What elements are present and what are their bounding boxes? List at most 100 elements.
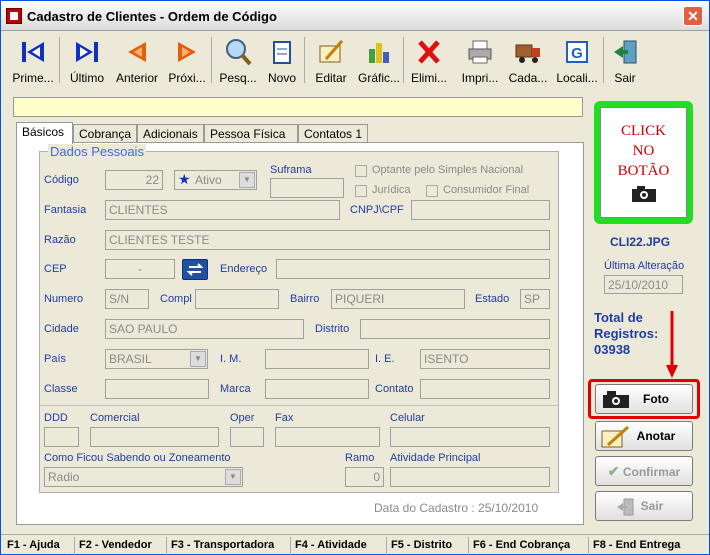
compl-field[interactable] bbox=[195, 289, 279, 309]
exit-button[interactable]: Sair bbox=[607, 35, 643, 87]
print-button[interactable]: Impri... bbox=[456, 35, 504, 87]
confirmar-label: Confirmar bbox=[622, 465, 681, 479]
tab-adicionais[interactable]: Adicionais bbox=[137, 124, 204, 143]
previous-button[interactable]: Anterior bbox=[113, 35, 161, 87]
status-f6[interactable]: F6 - End Cobrança bbox=[469, 537, 589, 555]
camera-icon bbox=[603, 391, 629, 408]
printer-icon bbox=[468, 40, 492, 64]
close-button[interactable]: ✕ bbox=[683, 6, 703, 26]
bairro-label: Bairro bbox=[290, 293, 320, 305]
classe-field[interactable] bbox=[105, 379, 209, 399]
new-document-icon bbox=[273, 41, 291, 64]
como-ficou-select[interactable]: Radio ▼ bbox=[44, 467, 243, 487]
fantasia-field[interactable]: CLIENTES bbox=[105, 200, 340, 220]
new-button[interactable]: Novo bbox=[263, 35, 301, 87]
celular-field[interactable] bbox=[390, 427, 550, 447]
consumidor-checkbox[interactable] bbox=[426, 185, 438, 197]
locate-icon: G bbox=[566, 41, 588, 63]
arrow-down-icon bbox=[666, 311, 678, 378]
last-button[interactable]: Último bbox=[63, 35, 111, 87]
anotar-button[interactable]: Anotar bbox=[595, 421, 693, 451]
atividade-label: Atividade Principal bbox=[390, 452, 481, 464]
divider bbox=[40, 405, 558, 406]
suframa-field[interactable] bbox=[270, 178, 344, 198]
tab-contatos[interactable]: Contatos 1 bbox=[298, 124, 368, 143]
marca-field[interactable] bbox=[265, 379, 369, 399]
chevron-down-icon: ▼ bbox=[190, 351, 206, 367]
distrito-field[interactable] bbox=[360, 319, 550, 339]
previous-record-icon bbox=[128, 42, 146, 62]
status-f5[interactable]: F5 - Distrito bbox=[387, 537, 469, 555]
notepad-icon bbox=[601, 425, 630, 448]
chart-button[interactable]: Gráfic... bbox=[357, 35, 401, 87]
atividade-field[interactable] bbox=[390, 467, 550, 487]
first-record-icon bbox=[22, 42, 44, 62]
status-f4[interactable]: F4 - Atividade bbox=[291, 537, 387, 555]
cep-field[interactable]: - bbox=[105, 259, 175, 279]
juridica-checkbox[interactable] bbox=[355, 185, 367, 197]
exit-icon bbox=[617, 498, 634, 516]
celular-label: Celular bbox=[390, 412, 425, 424]
foto-button[interactable]: Foto bbox=[595, 384, 693, 414]
total-label-2: Registros: bbox=[594, 326, 659, 341]
status-select[interactable]: ★ Ativo ▼ bbox=[174, 170, 257, 190]
codigo-field[interactable]: 22 bbox=[105, 170, 163, 190]
tab-pessoa-fisica[interactable]: Pessoa Física bbox=[204, 124, 298, 143]
ie-field[interactable]: ISENTO bbox=[420, 349, 550, 369]
pais-value: BRASIL bbox=[109, 352, 152, 366]
cep-lookup-button[interactable] bbox=[182, 259, 208, 280]
tab-cobranca[interactable]: Cobrança bbox=[73, 124, 137, 143]
endereco-field[interactable] bbox=[276, 259, 550, 279]
last-record-icon bbox=[76, 42, 98, 62]
sair-button[interactable]: Sair bbox=[595, 491, 693, 521]
chevron-down-icon: ▼ bbox=[239, 172, 255, 188]
marca-label: Marca bbox=[220, 383, 251, 395]
delete-icon bbox=[418, 40, 440, 64]
bairro-field[interactable]: PIQUERI bbox=[331, 289, 465, 309]
cnpj-field[interactable] bbox=[411, 200, 550, 220]
pais-select[interactable]: BRASIL ▼ bbox=[105, 349, 208, 369]
comercial-field[interactable] bbox=[90, 427, 219, 447]
status-f2[interactable]: F2 - Vendedor bbox=[75, 537, 167, 555]
cidade-field[interactable]: SAO PAULO bbox=[105, 319, 304, 339]
window-title: Cadastro de Clientes - Ordem de Código bbox=[27, 9, 277, 24]
title-bar[interactable]: Cadastro de Clientes - Ordem de Código ✕ bbox=[1, 1, 709, 31]
classe-label: Classe bbox=[44, 383, 78, 395]
numero-field[interactable]: S/N bbox=[105, 289, 149, 309]
status-bar: F1 - Ajuda F2 - Vendedor F3 - Transporta… bbox=[1, 534, 709, 555]
delete-button[interactable]: Elimi... bbox=[407, 35, 451, 87]
photo-frame[interactable]: CLICK NO BOTÃO bbox=[594, 101, 693, 224]
razao-label: Razão bbox=[44, 234, 76, 246]
status-f8[interactable]: F8 - End Entrega bbox=[589, 537, 707, 555]
search-button[interactable]: Pesq... bbox=[214, 35, 262, 87]
total-registros: Total de Registros: 03938 bbox=[594, 310, 658, 358]
fax-field[interactable] bbox=[275, 427, 380, 447]
dados-pessoais-group: Dados Pessoais Código 22 ★ Ativo ▼ Sufra… bbox=[39, 144, 559, 493]
next-button[interactable]: Próxi... bbox=[163, 35, 211, 87]
edit-button[interactable]: Editar bbox=[307, 35, 355, 87]
svg-text:G: G bbox=[571, 45, 583, 62]
razao-field[interactable]: CLIENTES TESTE bbox=[105, 230, 550, 250]
tab-basicos[interactable]: Básicos bbox=[16, 122, 73, 144]
optante-checkbox[interactable] bbox=[355, 165, 367, 177]
contato-field[interactable] bbox=[420, 379, 550, 399]
ie-label: I. E. bbox=[375, 353, 395, 365]
confirmar-button[interactable]: ✔ Confirmar bbox=[595, 456, 693, 486]
im-label: I. M. bbox=[220, 353, 242, 365]
im-field[interactable] bbox=[265, 349, 369, 369]
locate-button[interactable]: G Locali... bbox=[553, 35, 601, 87]
ddd-field[interactable] bbox=[44, 427, 79, 447]
estado-field[interactable]: SP bbox=[520, 289, 550, 309]
tab-panel: Dados Pessoais Código 22 ★ Ativo ▼ Sufra… bbox=[16, 142, 584, 525]
ultima-alteracao-label: Última Alteração bbox=[604, 260, 685, 272]
status-f3[interactable]: F3 - Transportadora bbox=[167, 537, 291, 555]
status-value: Ativo bbox=[195, 173, 222, 187]
first-button[interactable]: Prime... bbox=[9, 35, 57, 87]
ramo-field[interactable]: 0 bbox=[345, 467, 384, 487]
app-icon bbox=[6, 8, 22, 24]
suframa-label: Suframa bbox=[270, 164, 312, 176]
status-f1[interactable]: F1 - Ajuda bbox=[3, 537, 75, 555]
cadastro-button[interactable]: Cada... bbox=[505, 35, 551, 87]
como-ficou-value: Radio bbox=[48, 470, 80, 484]
oper-field[interactable] bbox=[230, 427, 264, 447]
